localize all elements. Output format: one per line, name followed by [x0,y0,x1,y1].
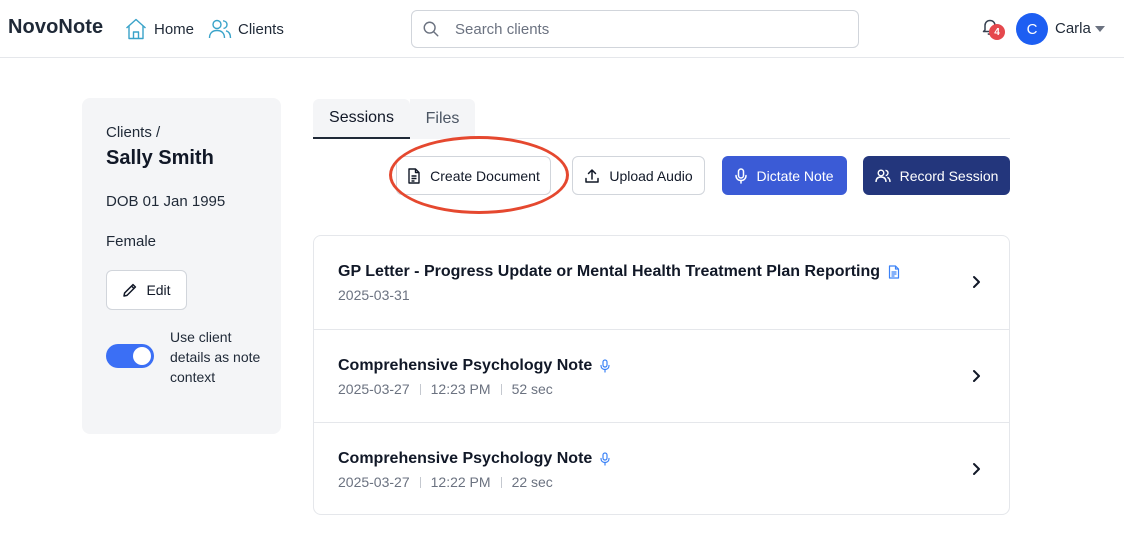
top-bar: NovoNote Home Clients 4 C Carla [0,0,1124,58]
app-logo[interactable]: NovoNote [8,16,103,39]
edit-client-button[interactable]: Edit [106,270,187,310]
session-title: GP Letter - Progress Update or Mental He… [338,263,881,280]
client-context-toggle-label: Use client details as note context [170,329,261,385]
upload-audio-label: Upload Audio [609,167,693,184]
avatar[interactable]: C [1016,13,1048,45]
search-box[interactable] [411,10,859,48]
user-name[interactable]: Carla [1055,20,1091,37]
dictate-note-label: Dictate Note [756,167,834,184]
document-icon [888,265,900,279]
notifications-button[interactable]: 4 [982,18,1005,40]
session-duration: 52 sec [511,381,553,397]
microphone-icon [735,167,748,184]
session-time: 12:23 PM [430,381,491,397]
session-list: GP Letter - Progress Update or Mental He… [313,235,1010,515]
list-item[interactable]: Comprehensive Psychology Note 2025-03-27… [314,422,1009,515]
list-item[interactable]: Comprehensive Psychology Note 2025-03-27… [314,329,1009,422]
session-title-row: GP Letter - Progress Update or Mental He… [338,263,900,281]
create-document-label: Create Document [430,167,540,184]
record-session-label: Record Session [899,167,999,184]
microphone-icon [600,452,610,466]
client-name: Sally Smith [106,147,214,169]
session-date: 2025-03-27 [338,474,410,490]
client-context-toggle[interactable] [106,344,154,368]
microphone-icon [600,359,610,373]
tab-files[interactable]: Files [410,99,475,139]
nav-clients[interactable]: Clients [208,17,284,41]
nav-home[interactable]: Home [124,17,194,41]
pencil-icon [123,283,137,297]
chevron-right-icon [973,276,980,288]
tab-sessions[interactable]: Sessions [313,99,410,139]
users-icon [874,169,891,182]
client-info-card: Clients / Sally Smith DOB 01 Jan 1995 Fe… [82,98,281,434]
search-icon [423,21,439,37]
meta-divider [419,476,421,488]
session-meta: 2025-03-31 [338,287,410,303]
meta-divider [419,383,421,395]
session-time: 12:22 PM [430,474,491,490]
upload-audio-button[interactable]: Upload Audio [572,156,705,195]
session-meta: 2025-03-27 12:23 PM 52 sec [338,381,553,397]
nav-clients-label: Clients [238,20,284,38]
session-title: Comprehensive Psychology Note [338,450,593,467]
users-icon [208,19,232,39]
breadcrumb[interactable]: Clients / [106,124,160,141]
chevron-right-icon [973,463,980,475]
session-title: Comprehensive Psychology Note [338,357,593,374]
session-meta: 2025-03-27 12:22 PM 22 sec [338,474,553,490]
notification-count-badge: 4 [989,24,1005,40]
session-title-row: Comprehensive Psychology Note [338,357,610,375]
client-dob: DOB 01 Jan 1995 [106,193,226,210]
session-tabs: Sessions Files [313,99,1010,139]
caret-down-icon[interactable] [1095,26,1105,32]
session-duration: 22 sec [511,474,553,490]
meta-divider [500,476,502,488]
home-icon [126,18,146,40]
session-date: 2025-03-27 [338,381,410,397]
edit-label: Edit [146,282,171,298]
client-gender: Female [106,233,157,250]
toggle-knob [133,347,151,365]
document-icon [408,167,420,184]
nav-home-label: Home [154,20,195,38]
dictate-note-button[interactable]: Dictate Note [722,156,847,195]
session-date: 2025-03-31 [338,287,410,303]
session-title-row: Comprehensive Psychology Note [338,450,610,468]
upload-icon [585,168,600,183]
search-input[interactable] [455,20,835,38]
create-document-button[interactable]: Create Document [396,156,551,195]
record-session-button[interactable]: Record Session [863,156,1010,195]
list-item[interactable]: GP Letter - Progress Update or Mental He… [314,236,1009,329]
meta-divider [500,383,502,395]
chevron-right-icon [973,370,980,382]
